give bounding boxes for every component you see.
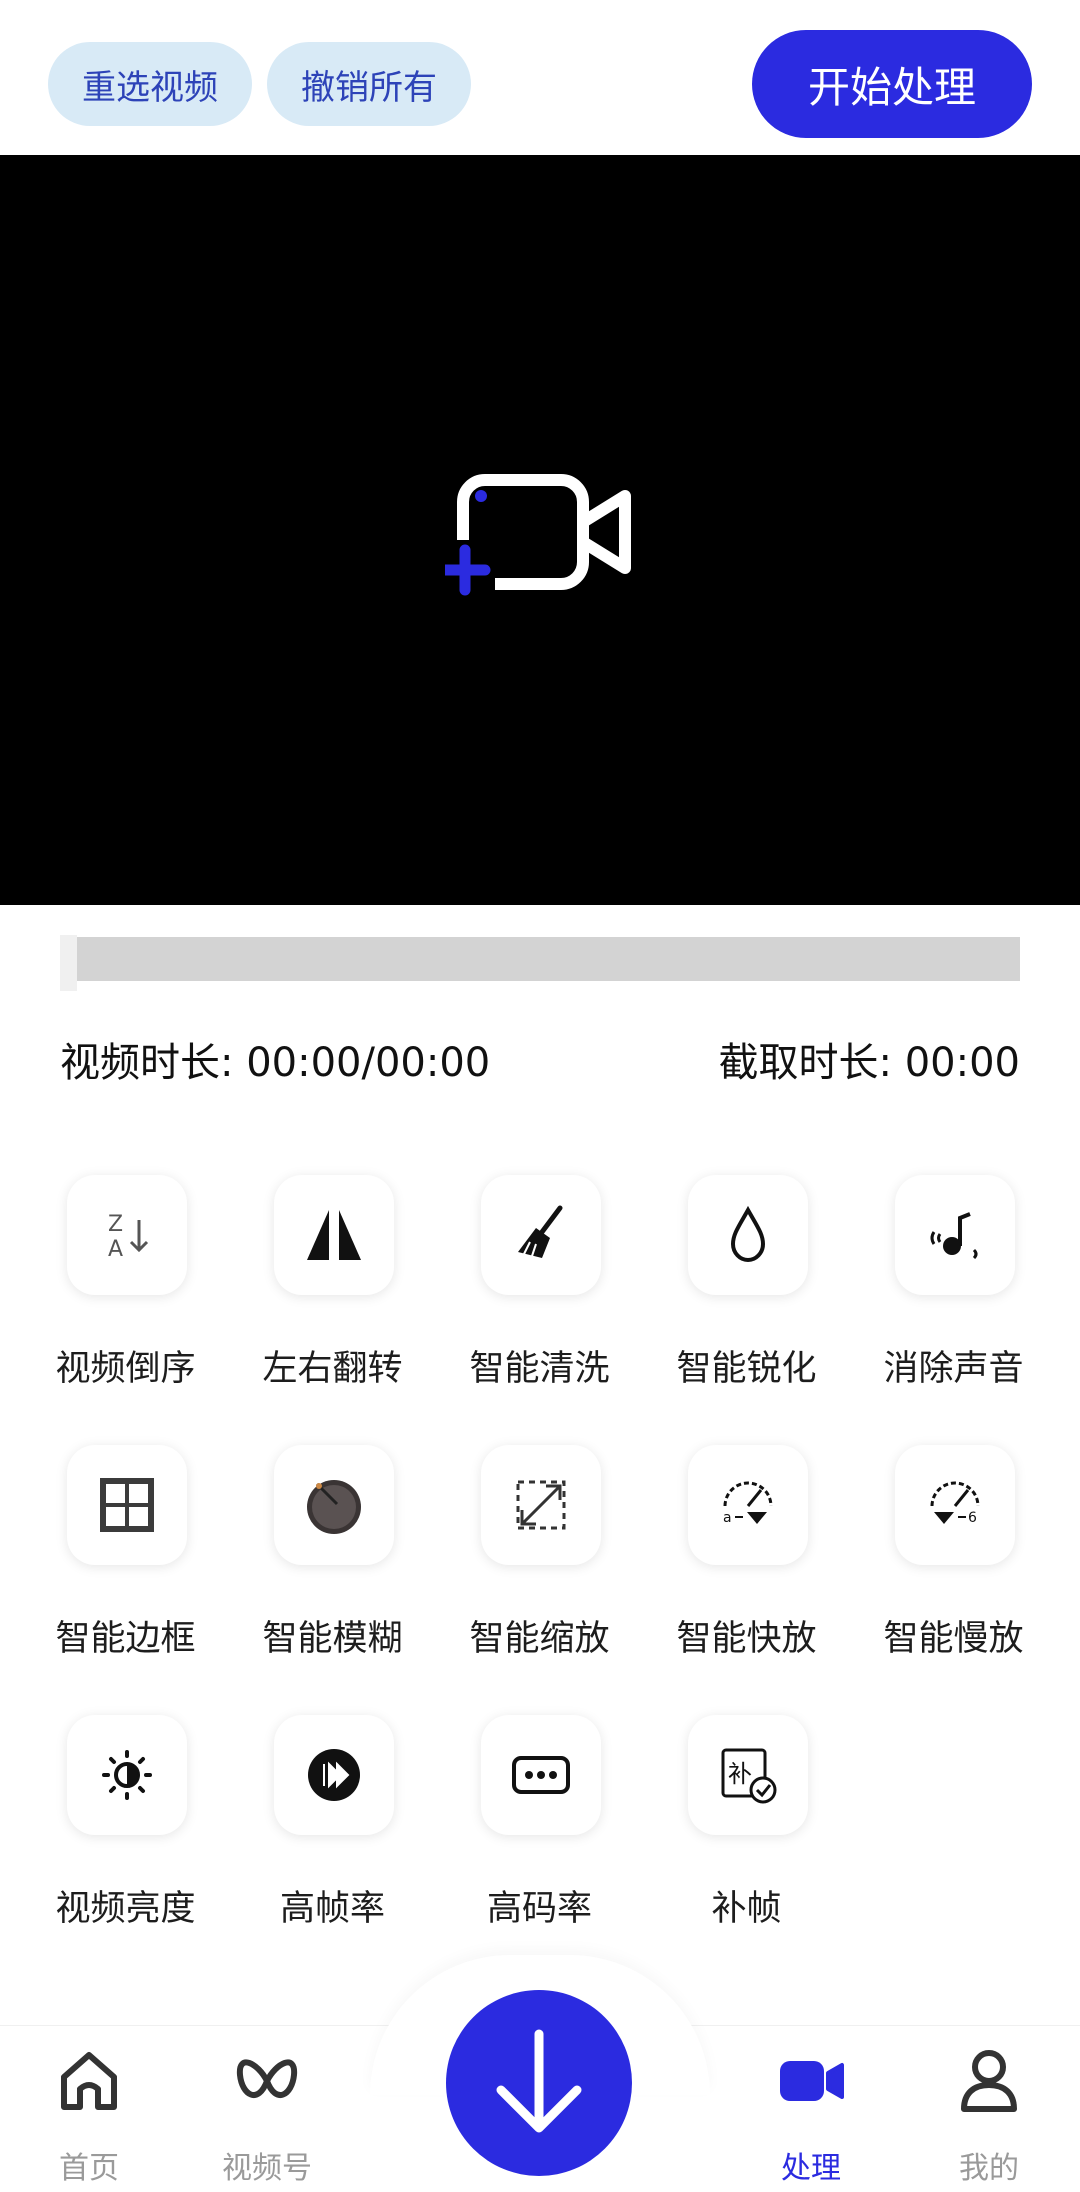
svg-text:Z: Z: [108, 1212, 123, 1237]
tool-high-fps-tile[interactable]: [274, 1715, 394, 1835]
clip-range-slider[interactable]: [60, 935, 1020, 991]
video-duration-label: 视频时长: 00:00/00:00: [60, 1040, 491, 1086]
tool-clean[interactable]: 智能清洗: [436, 1175, 643, 1405]
tool-high-bitrate[interactable]: 高码率: [436, 1715, 643, 1945]
tool-high-fps[interactable]: 高帧率: [229, 1715, 436, 1945]
tool-slow-tile[interactable]: 6: [895, 1445, 1015, 1565]
tool-mute-tile[interactable]: [895, 1175, 1015, 1295]
tool-label: 智能边框: [55, 1619, 196, 1659]
tool-flip-tile[interactable]: [274, 1175, 394, 1295]
slider-track[interactable]: [77, 937, 1020, 981]
tool-blur-tile[interactable]: [274, 1445, 394, 1565]
tool-reverse[interactable]: Z A 视频倒序: [22, 1175, 229, 1405]
nav-item-process[interactable]: 处理: [746, 2045, 876, 2186]
droplet-icon: [730, 1205, 766, 1263]
nav-item-home[interactable]: 首页: [24, 2045, 154, 2186]
tool-label: 视频亮度: [55, 1889, 196, 1929]
nav-label: 首页: [59, 2151, 119, 2186]
tool-fast[interactable]: a 智能快放: [643, 1445, 850, 1675]
svg-text:6: 6: [968, 1510, 977, 1526]
tool-flip[interactable]: 左右翻转: [229, 1175, 436, 1405]
clip-duration-label: 截取时长: 00:00: [718, 1040, 1020, 1086]
home-icon: [61, 2052, 117, 2110]
top-bar: 重选视频 撤销所有 开始处理: [0, 0, 1080, 155]
start-processing-button[interactable]: 开始处理: [752, 30, 1032, 138]
nav-label: 视频号: [222, 2151, 312, 2186]
bitrate-icon: [512, 1756, 570, 1794]
tool-high-bitrate-tile[interactable]: [481, 1715, 601, 1835]
tool-blur[interactable]: 智能模糊: [229, 1445, 436, 1675]
tool-slow[interactable]: 6 智能慢放: [850, 1445, 1057, 1675]
sort-za-icon: Z A: [108, 1212, 149, 1262]
slow-gauge-icon: 6: [930, 1481, 980, 1526]
resize-icon: [516, 1480, 566, 1530]
tool-label: 智能慢放: [883, 1619, 1024, 1659]
tool-label: 消除声音: [883, 1349, 1024, 1389]
tool-label: 智能模糊: [262, 1619, 403, 1659]
mute-note-icon: [930, 1212, 978, 1260]
brightness-icon: [102, 1750, 152, 1800]
tool-sharpen[interactable]: 智能锐化: [643, 1175, 850, 1405]
tool-mute[interactable]: 消除声音: [850, 1175, 1057, 1405]
download-button[interactable]: [446, 1990, 632, 2176]
svg-text:A: A: [108, 1237, 123, 1262]
tool-border-tile[interactable]: [67, 1445, 187, 1565]
undo-all-button[interactable]: 撤销所有: [267, 42, 471, 126]
video-preview[interactable]: [0, 155, 1080, 905]
tool-clean-tile[interactable]: [481, 1175, 601, 1295]
tool-label: 补帧: [711, 1889, 782, 1929]
tool-reverse-tile[interactable]: Z A: [67, 1175, 187, 1295]
nav-item-profile[interactable]: 我的: [924, 2045, 1054, 2186]
tool-frame-fill[interactable]: 补 补帧: [643, 1715, 850, 1945]
download-arrow-icon: [496, 2029, 582, 2133]
video-camera-icon: [780, 2061, 844, 2101]
add-video-icon[interactable]: [445, 470, 635, 610]
broom-icon: [518, 1205, 563, 1258]
tool-label: 左右翻转: [262, 1349, 403, 1389]
channels-icon: [236, 2059, 298, 2098]
tool-brightness-tile[interactable]: [67, 1715, 187, 1835]
tool-border[interactable]: 智能边框: [22, 1445, 229, 1675]
tool-label: 智能清洗: [469, 1349, 610, 1389]
fast-forward-icon: [308, 1749, 360, 1801]
nav-item-channels[interactable]: 视频号: [202, 2045, 332, 2186]
svg-text:a: a: [723, 1510, 732, 1526]
tool-label: 智能锐化: [676, 1349, 817, 1389]
frame-icon: [100, 1478, 154, 1532]
nav-label: 我的: [959, 2151, 1019, 2186]
profile-icon: [961, 2050, 1017, 2112]
tool-label: 视频倒序: [55, 1349, 196, 1389]
tool-label: 高帧率: [279, 1889, 385, 1929]
tool-frame-fill-tile[interactable]: 补: [688, 1715, 808, 1835]
nav-label: 处理: [781, 2151, 841, 2186]
tool-label: 智能缩放: [469, 1619, 610, 1659]
tool-label: 高码率: [486, 1889, 592, 1929]
reselect-video-button[interactable]: 重选视频: [48, 42, 252, 126]
flip-horizontal-icon: [307, 1206, 361, 1264]
frame-fill-icon: 补: [721, 1748, 777, 1804]
blur-icon: [307, 1480, 361, 1534]
tool-brightness[interactable]: 视频亮度: [22, 1715, 229, 1945]
fast-gauge-icon: a: [723, 1481, 773, 1526]
tool-label: 智能快放: [676, 1619, 817, 1659]
tool-zoom[interactable]: 智能缩放: [436, 1445, 643, 1675]
tool-zoom-tile[interactable]: [481, 1445, 601, 1565]
slider-handle[interactable]: [60, 935, 77, 991]
svg-text:补: 补: [728, 1760, 752, 1788]
tool-sharpen-tile[interactable]: [688, 1175, 808, 1295]
tool-fast-tile[interactable]: a: [688, 1445, 808, 1565]
